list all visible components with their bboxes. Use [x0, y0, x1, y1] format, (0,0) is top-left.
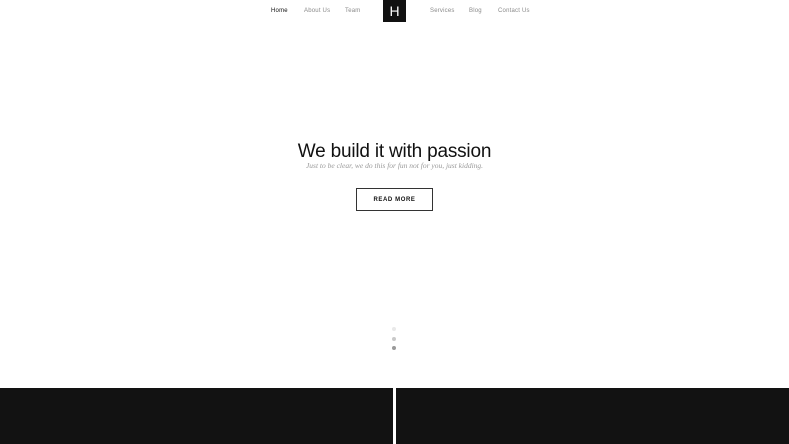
nav-link-services[interactable]: Services	[430, 8, 455, 14]
slider-dot-3-active[interactable]	[392, 346, 396, 350]
read-more-button[interactable]: READ MORE	[356, 188, 433, 211]
hero-subtitle: Just to be clear, we do this for fun not…	[305, 161, 484, 170]
bottom-section	[0, 388, 789, 444]
nav-link-contact-us[interactable]: Contact Us	[498, 8, 530, 14]
slider-pagination	[392, 327, 397, 351]
slider-dot-2[interactable]	[392, 337, 396, 341]
nav-link-blog[interactable]: Blog	[469, 8, 482, 14]
dark-panel-right	[396, 388, 789, 444]
page: Home About Us Team H Services Blog Conta…	[0, 0, 789, 444]
main-nav-right: Services Blog Contact Us	[0, 8, 789, 16]
slider-dot-1[interactable]	[392, 327, 396, 331]
hero-title: We build it with passion	[297, 141, 492, 162]
dark-panel-left	[0, 388, 393, 444]
